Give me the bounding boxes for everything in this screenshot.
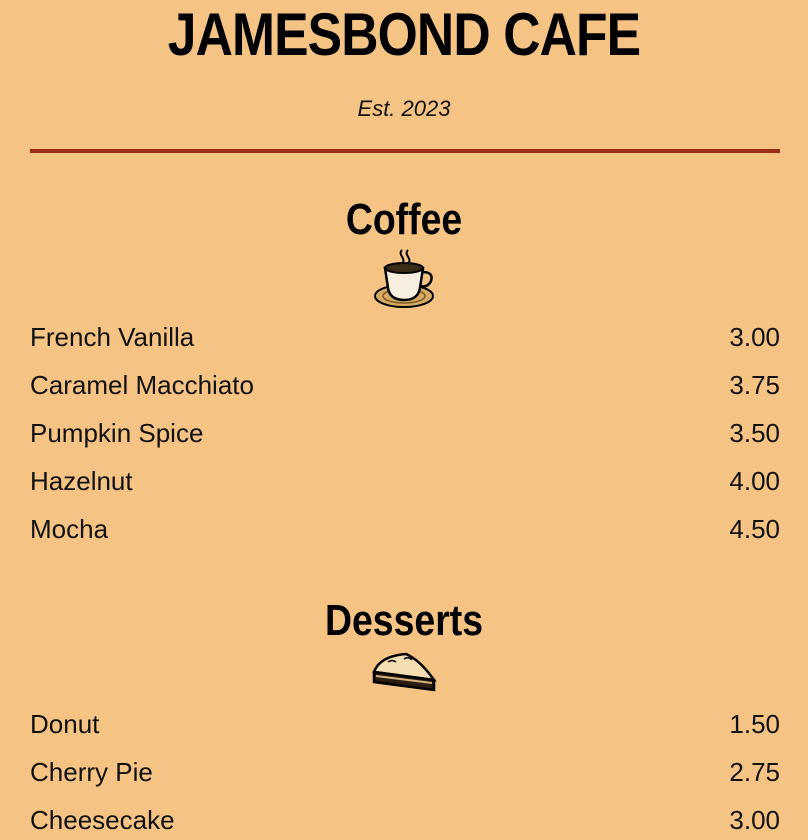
- item-price: 2.75: [729, 757, 780, 787]
- item-price: 1.50: [729, 709, 780, 739]
- item-price: 3.75: [729, 370, 780, 400]
- item-price: 3.00: [729, 805, 780, 835]
- item-price: 3.00: [729, 322, 780, 352]
- item-name: Donut: [30, 709, 100, 739]
- item-name: Caramel Macchiato: [30, 370, 254, 400]
- item-name: Cherry Pie: [30, 757, 153, 787]
- menu-item: French Vanilla 3.00: [30, 321, 780, 369]
- header-divider: [30, 149, 780, 153]
- menu-item: Caramel Macchiato 3.75: [30, 369, 780, 417]
- coffee-menu-list: French Vanilla 3.00 Caramel Macchiato 3.…: [30, 321, 780, 561]
- menu-item: Hazelnut 4.00: [30, 465, 780, 513]
- established-text: Est. 2023: [357, 96, 451, 121]
- item-name: Hazelnut: [30, 466, 133, 496]
- item-price: 4.50: [729, 514, 780, 544]
- menu-item: Cherry Pie 2.75: [30, 756, 780, 804]
- desserts-menu-list: Donut 1.50 Cherry Pie 2.75 Cheesecake 3.…: [30, 708, 780, 836]
- menu-item: Pumpkin Spice 3.50: [30, 417, 780, 465]
- section-title-desserts: Desserts: [324, 596, 484, 645]
- item-name: Cheesecake: [30, 805, 175, 835]
- cafe-title: JAMESBOND CAFE: [167, 1, 641, 68]
- item-price: 3.50: [729, 418, 780, 448]
- menu-item: Mocha 4.50: [30, 513, 780, 561]
- item-name: Pumpkin Spice: [30, 418, 204, 448]
- item-name: Mocha: [30, 514, 109, 544]
- menu-item: Donut 1.50: [30, 708, 780, 756]
- coffee-cup-icon: [0, 248, 808, 310]
- menu-item: Cheesecake 3.00: [30, 804, 780, 836]
- item-price: 4.00: [729, 466, 780, 496]
- item-name: French Vanilla: [30, 322, 195, 352]
- section-title-coffee: Coffee: [345, 195, 463, 244]
- pie-slice-icon: [0, 650, 808, 694]
